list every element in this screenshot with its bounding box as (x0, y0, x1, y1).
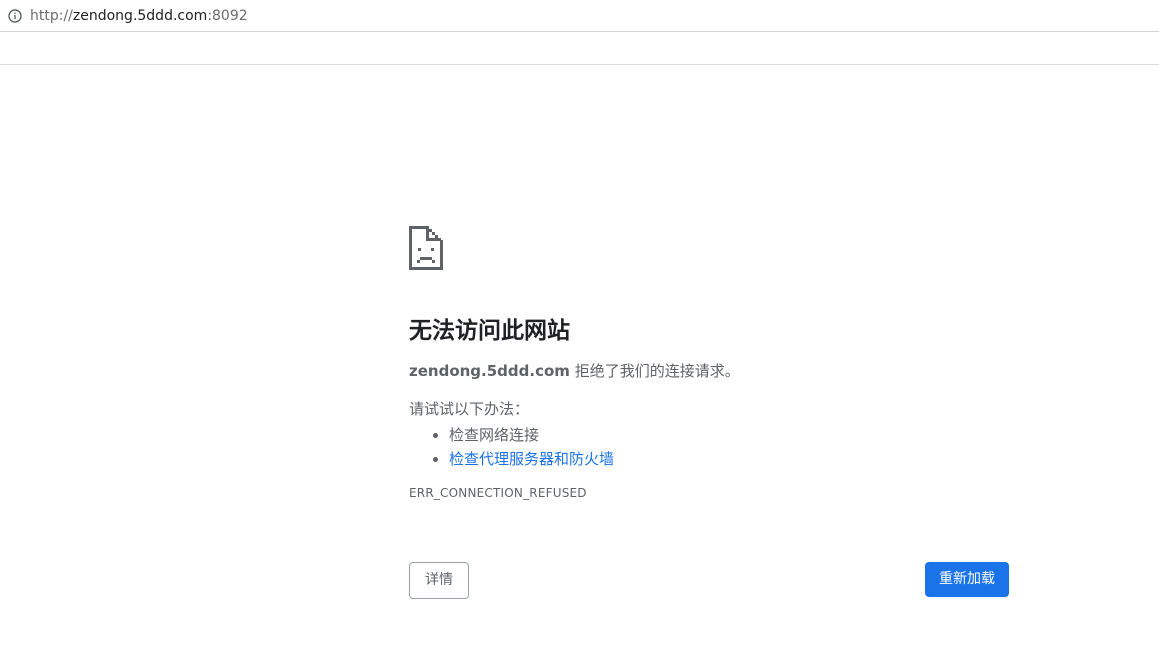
error-content: 无法访问此网站 zendong.5ddd.com 拒绝了我们的连接请求。 请试试… (409, 226, 1009, 501)
sad-page-icon (409, 226, 443, 270)
suggestion-check-proxy: 检查代理服务器和防火墙 (449, 447, 1009, 471)
suggestions-list: 检查网络连接 检查代理服务器和防火墙 (409, 423, 1009, 471)
info-circle-icon[interactable] (8, 9, 22, 23)
error-domain: zendong.5ddd.com (409, 362, 570, 380)
error-code: ERR_CONNECTION_REFUSED (409, 486, 587, 500)
error-message-text: 拒绝了我们的连接请求。 (569, 362, 740, 380)
error-message: zendong.5ddd.com 拒绝了我们的连接请求。 (409, 361, 1009, 381)
suggestion-check-network: 检查网络连接 (449, 423, 1009, 447)
url-port: :8092 (207, 8, 248, 24)
error-title: 无法访问此网站 (409, 318, 570, 344)
url-scheme: http:// (30, 8, 73, 24)
bookmarks-strip (0, 33, 1159, 65)
url-text[interactable]: http://zendong.5ddd.com:8092 (30, 7, 248, 25)
check-proxy-link[interactable]: 检查代理服务器和防火墙 (449, 450, 614, 468)
suggestions-intro: 请试试以下办法： (409, 400, 530, 418)
details-button[interactable]: 详情 (409, 562, 469, 599)
address-bar[interactable]: http://zendong.5ddd.com:8092 (0, 0, 1159, 32)
url-host: zendong.5ddd.com (72, 8, 208, 24)
reload-button[interactable]: 重新加载 (925, 562, 1009, 597)
